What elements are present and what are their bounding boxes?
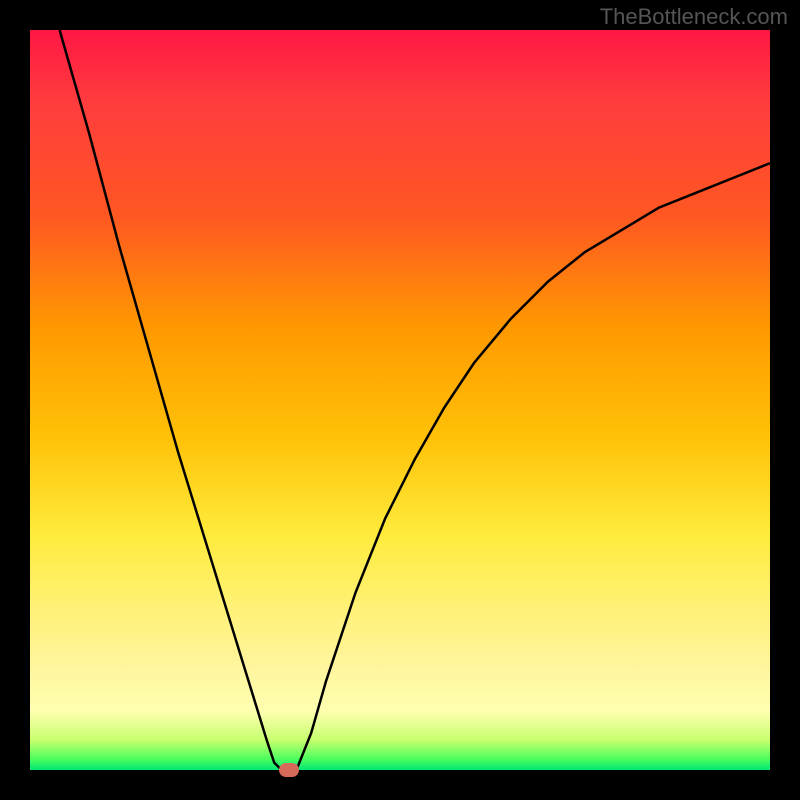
watermark-text: TheBottleneck.com — [600, 4, 788, 30]
curve-left-branch — [60, 30, 289, 770]
curve-right-branch — [296, 163, 770, 770]
chart-curve — [30, 30, 770, 770]
plot-area — [30, 30, 770, 770]
minimum-marker — [279, 763, 299, 777]
